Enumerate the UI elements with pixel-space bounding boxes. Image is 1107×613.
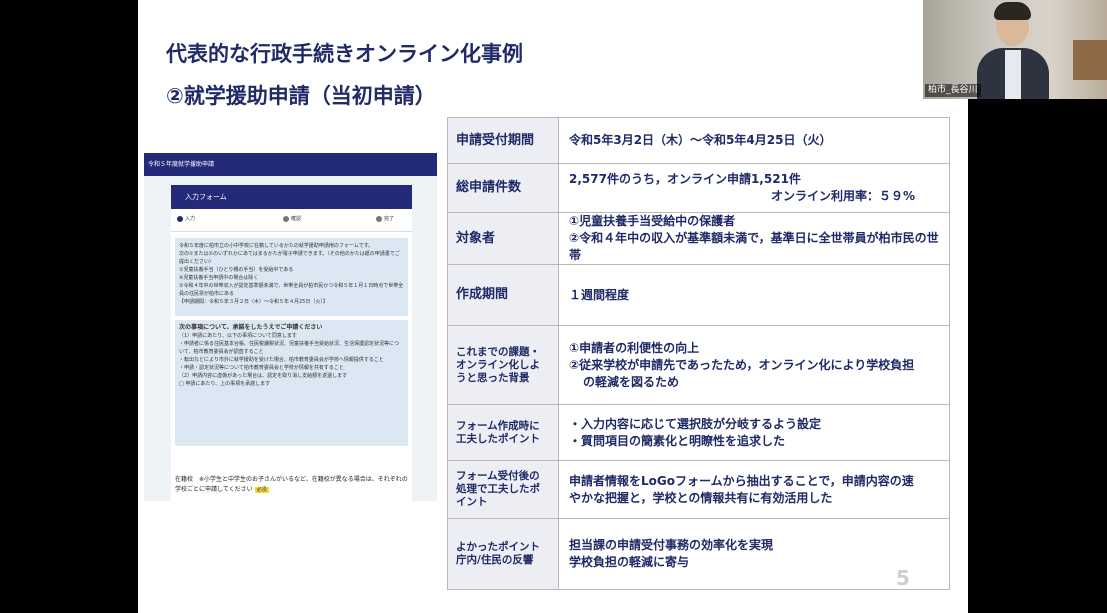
video-person-hair: [994, 2, 1031, 20]
table-row: 申請受付期間 令和5年3月2日（木）～令和5年4月25日（火）: [447, 117, 950, 164]
table-row: 総申請件数 2,577件のうち，オンライン申請1,521件 オンライン利用率：５９…: [447, 163, 950, 213]
row-label: よかったポイント庁内/住民の反響: [447, 518, 559, 590]
consent-line: （2）申請内容に虚偽があった場合は、認定を取り消し支給額を返還します: [179, 373, 348, 379]
school-label: 在籍校 ※小学生と中学生のお子さんがいるなど、在籍校が異なる場合は、それぞれの学…: [175, 476, 408, 493]
page-number: 5: [896, 566, 910, 590]
video-person-shirt: [1005, 50, 1021, 99]
step-complete: 完了: [376, 215, 394, 222]
presentation-slide: 代表的な行政手続きオンライン化事例 ②就学援助申請（当初申請） 令和５年度就学援…: [138, 0, 968, 613]
row-value: ・入力内容に応じて選択肢が分岐するよう設定 ・質問項目の簡素化と明瞭性を追求した: [558, 404, 950, 461]
row-value: ①申請者の利便性の向上 ②従来学校が申請先であったため，オンライン化により学校負担…: [558, 325, 950, 405]
consent-line: ・申請・認定状況等について柏市教育委員会と学校が情報を共有すること: [179, 365, 344, 371]
case-info-table: 申請受付期間 令和5年3月2日（木）～令和5年4月25日（火） 総申請件数 2,…: [447, 117, 950, 590]
notice-line: 次の①または②のいずれかにあてはまるかたが電子申請できます。（その他のかたは紙の…: [179, 251, 400, 265]
step-dot-icon: [283, 215, 289, 222]
row-label: フォーム作成時に工夫したポイント: [447, 404, 559, 461]
step-confirm: 確認: [283, 215, 301, 222]
table-row: これまでの課題・オンライン化しようと思った背景 ①申請者の利便性の向上 ②従来学校…: [447, 325, 950, 405]
row-label: 対象者: [447, 212, 559, 265]
row-value: １週間程度: [558, 264, 950, 326]
row-label: フォーム受付後の処理で工夫したポイント: [447, 460, 559, 519]
notice-line: 令和５年度に柏市立の小中学校に在籍しているかたの就学援助申請用のフォームです。: [179, 243, 374, 249]
consent-line: （1）申請にあたり、以下の事項について同意します: [179, 333, 297, 339]
webcam-tile[interactable]: 柏市_長谷川: [923, 0, 1107, 99]
notice-line: 【申請期間：令和５年３月２日（木）～令和５年４月25日（火）】: [179, 299, 328, 305]
row-label: 総申請件数: [447, 163, 559, 213]
step-dot-icon: [177, 215, 183, 222]
row-value: 担当課の申請受付事務の効率化を実現 学校負担の軽減に寄与: [558, 518, 950, 590]
table-row: フォーム受付後の処理で工夫したポイント 申請者情報をLoGoフォームから抽出する…: [447, 460, 950, 519]
form-notice: 令和５年度に柏市立の小中学校に在籍しているかたの就学援助申請用のフォームです。 …: [175, 238, 408, 316]
row-value: 2,577件のうち，オンライン申請1,521件 オンライン利用率：５９%: [558, 163, 950, 213]
notice-line: ※児童扶養手当申請中の場合は除く: [179, 275, 259, 281]
step-input: 入力: [177, 215, 195, 222]
row-label: 作成期間: [447, 264, 559, 326]
required-badge: 必須: [254, 487, 269, 493]
row-value: 申請者情報をLoGoフォームから抽出することで，申請内容の速 やかな把握と，学校と…: [558, 460, 950, 519]
row-value: 令和5年3月2日（木）～令和5年4月25日（火）: [558, 117, 950, 164]
form-card: 入力フォーム 入力 確認 完了 令和５年度に柏市立の小中学校に在籍しているかたの…: [171, 185, 412, 501]
notice-line: ②令和４年中の世帯収入が認定基準額未満で、世帯全員が柏市民かつ令和５年１月１日時…: [179, 283, 404, 297]
step-dot-icon: [376, 215, 382, 222]
video-shelf: [1073, 40, 1107, 80]
consent-line: ・転出などにより市外に就学援助を受けた場合、柏市教育委員会が学校へ情報提供するこ…: [179, 357, 384, 363]
consent-checkbox: □ 申請にあたり、上の事項を承諾します: [179, 381, 271, 387]
form-topbar: 令和５年度就学援助申請: [144, 153, 437, 176]
form-steps: 入力 確認 完了: [171, 209, 412, 232]
slide-title: 代表的な行政手続きオンライン化事例: [166, 42, 523, 66]
row-value: ①児童扶養手当受給中の保護者 ②令和４年中の収入が基準額未満で，基準日に全世帯員が…: [558, 212, 950, 265]
table-row: 対象者 ①児童扶養手当受給中の保護者 ②令和４年中の収入が基準額未満で，基準日に全…: [447, 212, 950, 265]
table-row: 作成期間 １週間程度: [447, 264, 950, 326]
row-label: これまでの課題・オンライン化しようと思った背景: [447, 325, 559, 405]
form-screenshot: 令和５年度就学援助申請 入力フォーム 入力 確認 完了 令和５年度に柏市立の小中…: [144, 153, 437, 501]
form-card-header: 入力フォーム: [171, 185, 412, 209]
row-label: 申請受付期間: [447, 117, 559, 164]
consent-heading: 次の事項について、承諾をしたうえでご申請ください: [179, 324, 323, 331]
consent-line: ・申請者に係る住民基本台帳、住民税課税状況、児童扶養手当受給状況、生活保護認定状…: [179, 341, 400, 355]
slide-subtitle: ②就学援助申請（当初申請）: [166, 84, 436, 108]
participant-name-label: 柏市_長谷川: [925, 84, 981, 97]
notice-line: ①児童扶養手当（ひとり親の手当）を受給中である: [179, 267, 294, 273]
school-field: 在籍校 ※小学生と中学生のお子さんがいるなど、在籍校が異なる場合は、それぞれの学…: [171, 471, 412, 499]
form-consent-section: 次の事項について、承諾をしたうえでご申請ください （1）申請にあたり、以下の事項…: [175, 320, 408, 446]
table-row: フォーム作成時に工夫したポイント ・入力内容に応じて選択肢が分岐するよう設定 ・質…: [447, 404, 950, 461]
table-row: よかったポイント庁内/住民の反響 担当課の申請受付事務の効率化を実現 学校負担の軽…: [447, 518, 950, 590]
